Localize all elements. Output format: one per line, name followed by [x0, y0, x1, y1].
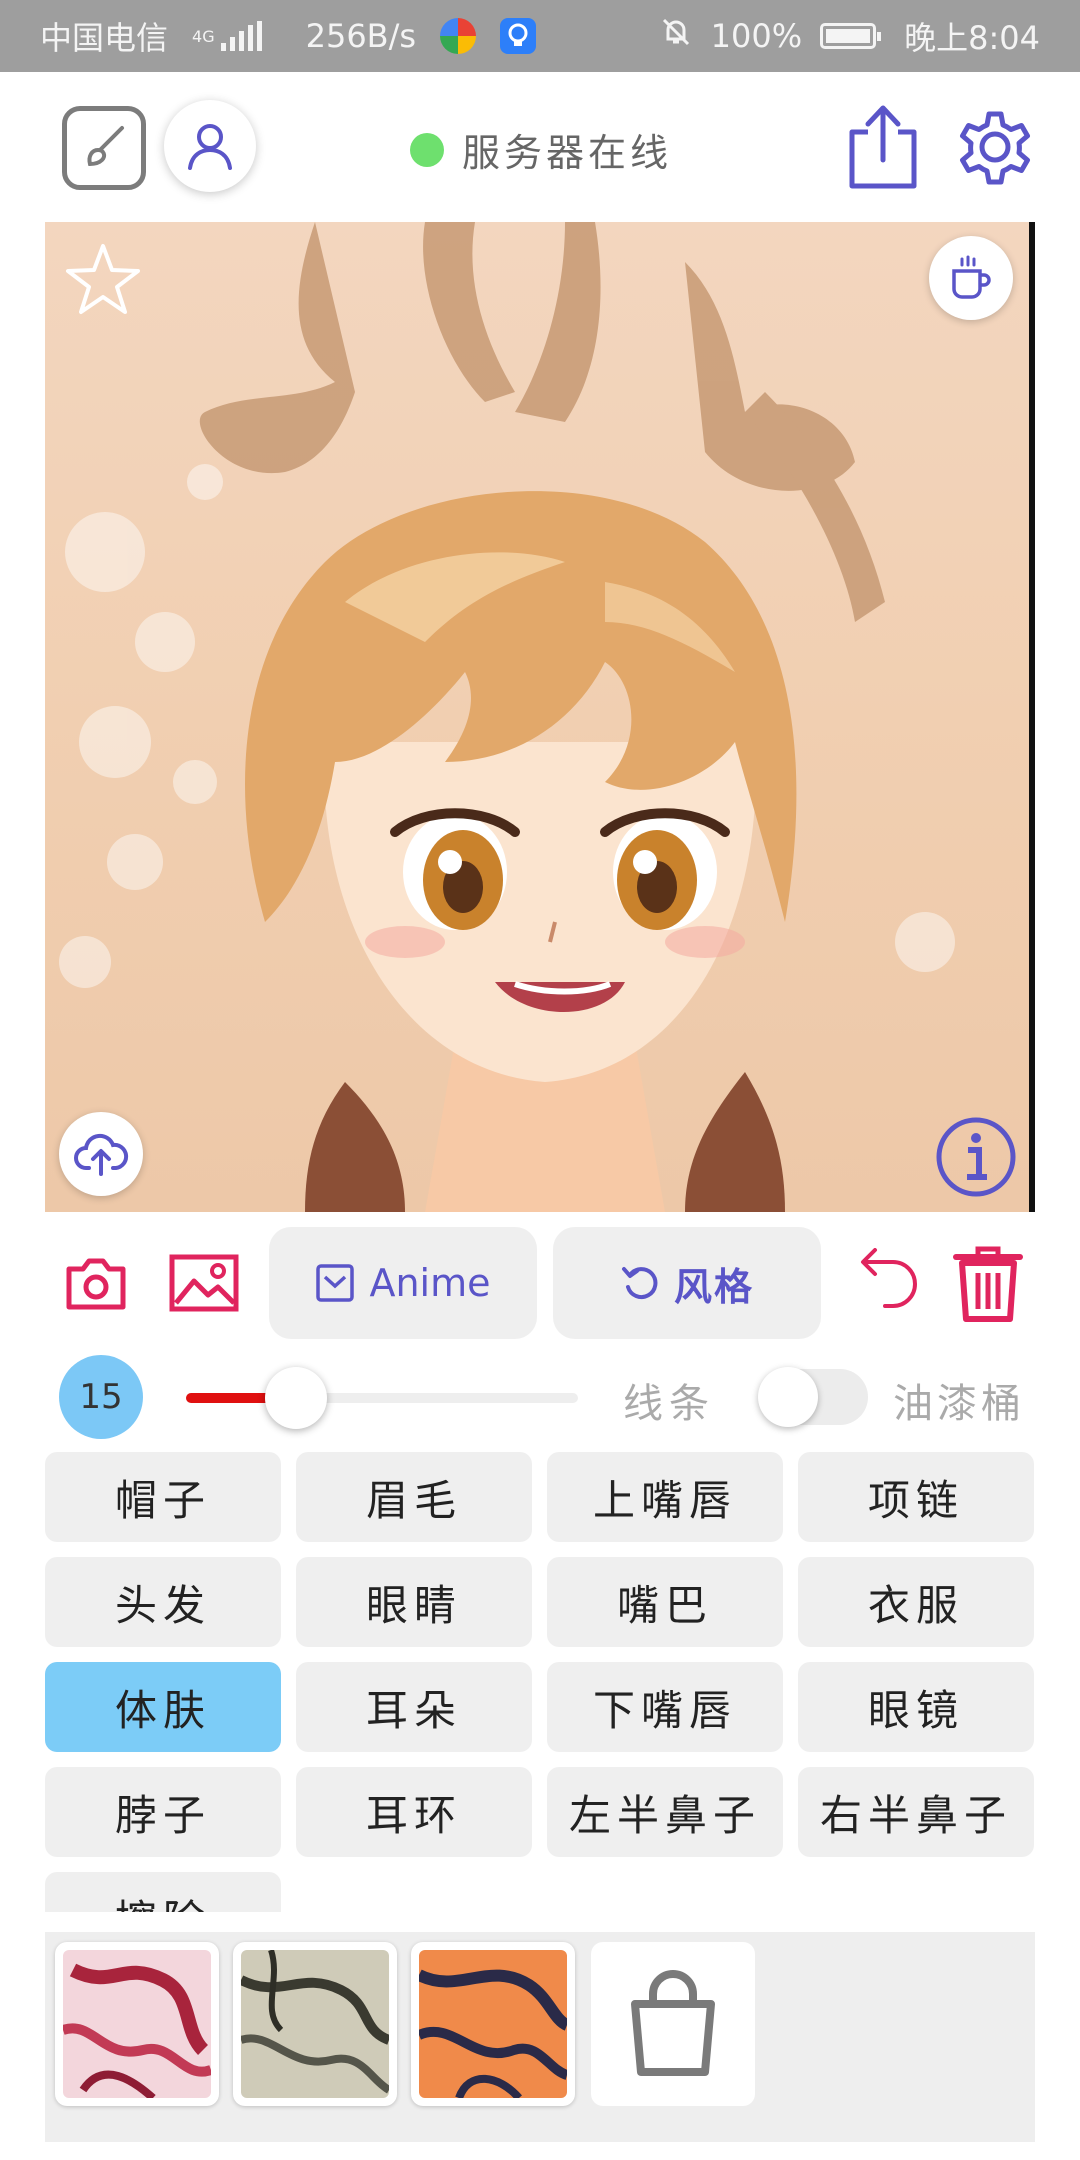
trash-icon	[953, 1246, 1023, 1322]
refresh-icon	[621, 1267, 658, 1300]
network-type: 4G	[192, 26, 215, 46]
pink-marble-texture	[63, 1950, 211, 2098]
texture-swatch-orange[interactable]	[411, 1942, 575, 2106]
part-button[interactable]: 衣服	[798, 1557, 1034, 1647]
part-button[interactable]: 上嘴唇	[547, 1452, 783, 1542]
share-icon	[849, 105, 917, 189]
battery-percent: 100%	[710, 17, 803, 55]
anime-mode-button[interactable]: Anime	[269, 1227, 537, 1339]
signal-icon	[220, 21, 262, 51]
part-button[interactable]: 项链	[798, 1452, 1034, 1542]
gray-marble-texture	[241, 1950, 389, 2098]
camera-button[interactable]	[60, 1247, 132, 1319]
user-button[interactable]	[164, 100, 256, 192]
mute-icon	[659, 15, 693, 57]
delete-button[interactable]	[950, 1243, 1026, 1323]
part-button[interactable]: 擦除	[45, 1872, 281, 1912]
part-button[interactable]: 眼镜	[798, 1662, 1034, 1752]
clock: 晚上8:04	[904, 19, 1040, 57]
drawing-canvas[interactable]	[45, 222, 1035, 1212]
anime-portrait-image	[59, 222, 955, 1212]
orange-marble-texture	[419, 1950, 567, 2098]
texture-tray	[45, 1932, 1035, 2142]
image-icon	[169, 1254, 239, 1312]
checkbox-icon	[316, 1264, 355, 1302]
brush-size-slider[interactable]	[186, 1367, 578, 1429]
part-button[interactable]: 脖子	[45, 1767, 281, 1857]
shopping-bag-icon	[631, 1970, 715, 2076]
toggle-knob	[758, 1367, 818, 1427]
network-speed: 256B/s	[305, 17, 417, 55]
texture-swatch-gray[interactable]	[233, 1942, 397, 2106]
part-selector-grid: 帽子眉毛上嘴唇项链头发眼睛嘴巴衣服体肤耳朵下嘴唇眼镜脖子耳环左半鼻子右半鼻子擦除	[45, 1452, 1035, 1912]
info-icon	[936, 1117, 1016, 1197]
lines-mode-label[interactable]: 线条	[623, 1371, 715, 1429]
coffee-cup-icon	[952, 255, 991, 299]
camera-icon	[66, 1258, 126, 1310]
part-button[interactable]: 眼睛	[296, 1557, 532, 1647]
part-button[interactable]: 嘴巴	[547, 1557, 783, 1647]
coffee-button[interactable]	[929, 236, 1013, 320]
undo-button[interactable]	[843, 1247, 923, 1319]
brush-controls: 15 线条 油漆桶	[0, 1355, 1080, 1441]
share-button[interactable]	[842, 102, 924, 192]
part-button[interactable]: 耳环	[296, 1767, 532, 1857]
gear-icon	[960, 111, 1030, 185]
part-button[interactable]: 耳朵	[296, 1662, 532, 1752]
draw-mode-button[interactable]	[62, 106, 146, 190]
slider-thumb[interactable]	[264, 1367, 327, 1429]
user-icon	[188, 124, 232, 170]
texture-shop-button[interactable]	[591, 1942, 755, 2106]
status-dot	[410, 132, 444, 167]
server-status-label: 服务器在线	[462, 131, 673, 175]
undo-icon	[861, 1248, 917, 1308]
info-button[interactable]	[935, 1116, 1017, 1198]
colorful-app-icon	[440, 18, 477, 54]
cloud-upload-icon	[74, 1133, 129, 1176]
favorite-button[interactable]	[63, 240, 143, 320]
battery-icon	[820, 23, 882, 49]
brush-icon	[87, 126, 124, 167]
texture-swatch-pink[interactable]	[55, 1942, 219, 2106]
style-button[interactable]: 风格	[553, 1227, 821, 1339]
carrier-label: 中国电信	[40, 19, 169, 57]
status-bar: 中国电信 4G 256B/s 100% 晚上8:04	[0, 0, 1080, 72]
upload-button[interactable]	[59, 1112, 143, 1196]
star-icon	[66, 244, 140, 314]
edit-toolbar: Anime 风格	[0, 1225, 1080, 1340]
style-label: 风格	[673, 1264, 754, 1309]
part-button[interactable]: 眉毛	[296, 1452, 532, 1542]
part-button[interactable]: 右半鼻子	[798, 1767, 1034, 1857]
part-button[interactable]: 帽子	[45, 1452, 281, 1542]
bucket-toggle[interactable]	[758, 1367, 868, 1427]
settings-button[interactable]	[950, 102, 1040, 192]
part-button[interactable]: 头发	[45, 1557, 281, 1647]
brush-size-indicator: 15	[59, 1355, 143, 1439]
part-button[interactable]: 左半鼻子	[547, 1767, 783, 1857]
bulb-app-icon	[500, 18, 537, 54]
part-button[interactable]: 体肤	[45, 1662, 281, 1752]
anime-label: Anime	[369, 1261, 491, 1305]
part-button[interactable]: 下嘴唇	[547, 1662, 783, 1752]
app-header: 服务器在线	[0, 72, 1080, 222]
bucket-mode-label[interactable]: 油漆桶	[893, 1371, 1025, 1429]
gallery-button[interactable]	[168, 1247, 240, 1319]
server-status: 服务器在线	[410, 122, 672, 177]
